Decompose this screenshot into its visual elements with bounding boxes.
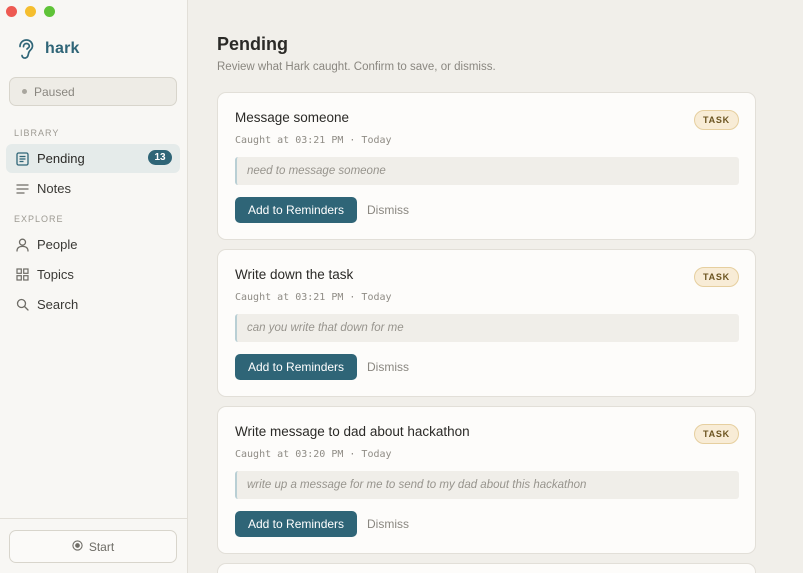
- pending-card: Message someone TASK Caught at 03:21 PM …: [217, 92, 756, 240]
- lines-icon: [15, 182, 29, 196]
- page-subtitle: Review what Hark caught. Confirm to save…: [217, 61, 496, 73]
- status-dot-icon: [22, 89, 27, 94]
- transcript-quote: can you write that down for me: [235, 314, 739, 342]
- transcript-quote: write up a message for me to send to my …: [235, 471, 739, 499]
- sidebar-item-label: Pending: [37, 151, 85, 166]
- app-window: hark Paused LIBRARY Pending 13 Notes EXP…: [0, 0, 803, 573]
- sidebar-item-search[interactable]: Search: [6, 290, 180, 319]
- brand: hark: [16, 38, 80, 60]
- add-to-reminders-button[interactable]: Add to Reminders: [235, 354, 358, 380]
- search-icon: [15, 298, 29, 312]
- add-to-reminders-button[interactable]: Add to Reminders: [235, 197, 358, 223]
- dismiss-button[interactable]: Dismiss: [367, 197, 409, 223]
- sidebar-footer: Start: [0, 518, 187, 573]
- sidebar-item-label: Notes: [37, 181, 71, 196]
- ear-logo-icon: [16, 38, 36, 60]
- task-tag-badge: TASK: [693, 267, 739, 287]
- dismiss-button[interactable]: Dismiss: [367, 354, 409, 380]
- caught-timestamp: Caught at 03:21 PM · Today: [235, 292, 392, 303]
- sidebar-item-label: Topics: [37, 267, 74, 282]
- person-icon: [15, 238, 29, 252]
- caught-timestamp: Caught at 03:21 PM · Today: [235, 135, 392, 146]
- document-icon: [15, 151, 29, 166]
- pending-card: Write message to dad about hackathon TAS…: [217, 406, 756, 554]
- zoom-window-button[interactable]: [44, 6, 55, 17]
- sidebar-item-topics[interactable]: Topics: [6, 260, 180, 289]
- dismiss-button[interactable]: Dismiss: [367, 511, 409, 537]
- grid-icon: [15, 268, 29, 282]
- sidebar-item-people[interactable]: People: [6, 230, 180, 259]
- window-controls: [6, 6, 55, 17]
- card-title: Message someone: [235, 110, 350, 125]
- app-name: hark: [45, 40, 80, 57]
- section-label-library: LIBRARY: [14, 128, 60, 138]
- caught-timestamp: Caught at 03:20 PM · Today: [235, 449, 392, 460]
- add-to-reminders-button[interactable]: Add to Reminders: [235, 511, 358, 537]
- card-title: Write down the task: [235, 267, 354, 282]
- start-label: Start: [88, 539, 115, 554]
- sidebar: hark Paused LIBRARY Pending 13 Notes EXP…: [0, 0, 188, 573]
- task-tag-badge: TASK: [693, 424, 739, 444]
- transcript-quote: need to message someone: [235, 157, 739, 185]
- task-tag-badge: TASK: [693, 110, 739, 130]
- record-icon: [72, 539, 83, 554]
- pending-count-badge: 13: [148, 150, 172, 165]
- main-content: Pending Review what Hark caught. Confirm…: [188, 0, 803, 573]
- page-title: Pending: [217, 34, 288, 54]
- card-title: Write message to dad about hackathon: [235, 424, 470, 439]
- sidebar-item-pending[interactable]: Pending 13: [6, 144, 180, 173]
- section-label-explore: EXPLORE: [14, 214, 64, 224]
- minimize-window-button[interactable]: [25, 6, 36, 17]
- sidebar-item-label: Search: [37, 297, 79, 312]
- sidebar-item-label: People: [37, 237, 78, 252]
- status-label: Paused: [34, 84, 75, 99]
- sidebar-item-notes[interactable]: Notes: [6, 174, 180, 203]
- start-button[interactable]: Start: [9, 530, 177, 563]
- pending-card: Write down the task TASK Caught at 03:21…: [217, 249, 756, 397]
- close-window-button[interactable]: [6, 6, 17, 17]
- listening-status: Paused: [9, 77, 177, 106]
- pending-card-partial: [217, 563, 756, 573]
